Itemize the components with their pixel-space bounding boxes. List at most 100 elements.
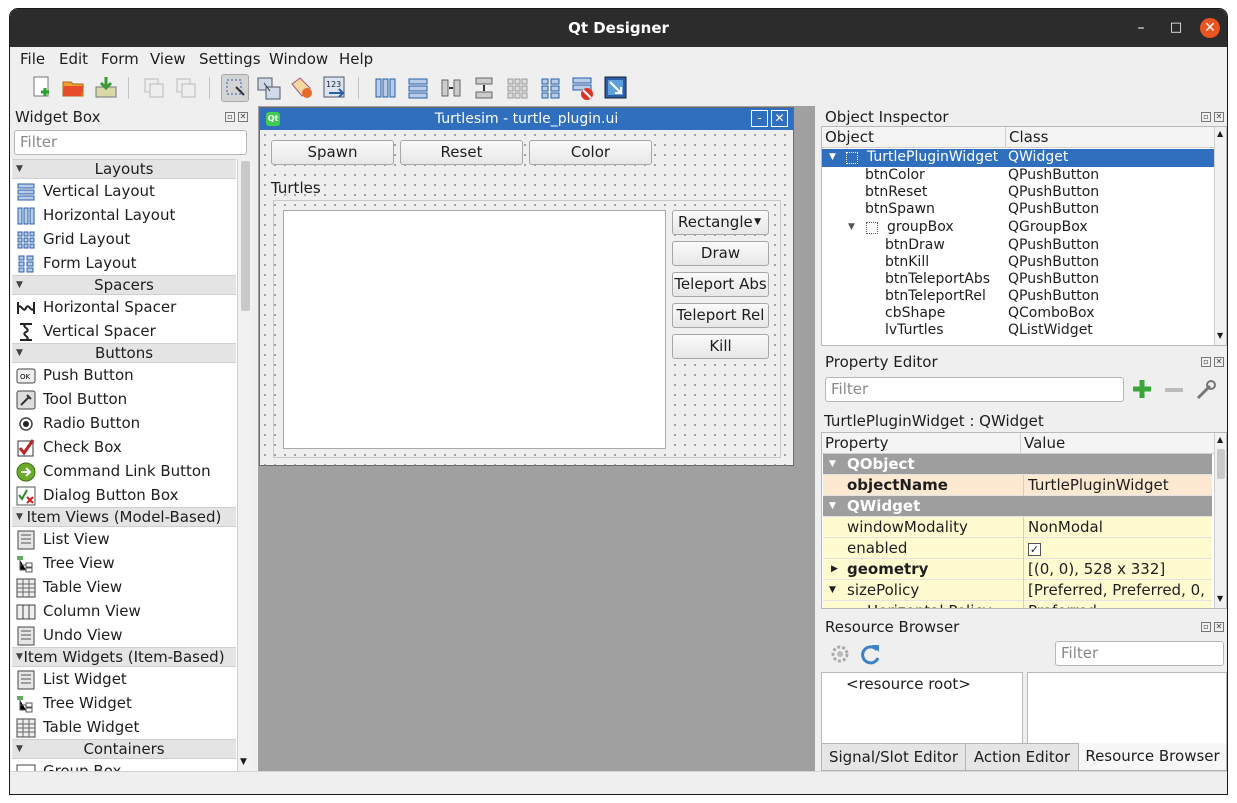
copy-icon[interactable] (172, 74, 200, 102)
tree-row[interactable]: btnReset QPushButton (822, 184, 1214, 201)
new-form-icon[interactable] (27, 74, 55, 102)
tree-row[interactable]: ▼ groupBox QGroupBox (822, 219, 1214, 236)
edit-widgets-icon[interactable] (221, 74, 249, 102)
col-value[interactable]: Value (1020, 433, 1065, 453)
tree-row[interactable]: cbShape QComboBox (822, 305, 1214, 322)
break-layout-icon[interactable] (569, 74, 597, 102)
tab-signal-slot-editor[interactable]: Signal/Slot Editor (821, 743, 966, 771)
draw-button[interactable]: Draw (672, 241, 769, 266)
turtles-list[interactable] (283, 210, 666, 449)
widget-undo-view[interactable]: Undo View (16, 623, 123, 647)
resource-tree[interactable]: <resource root> (821, 672, 1023, 744)
lay-out-vertical-splitter-icon[interactable] (470, 74, 498, 102)
cut-icon[interactable] (140, 74, 168, 102)
widget-box-scrollbar[interactable]: ▼ (237, 159, 252, 771)
prop-sizepolicy[interactable]: ▼sizePolicy[Preferred, Preferred, 0, 0] (823, 580, 1212, 608)
close-icon[interactable]: ✕ (1214, 622, 1224, 632)
widget-tree-widget[interactable]: Tree Widget (16, 691, 132, 715)
tree-row[interactable]: btnTeleportRel QPushButton (822, 288, 1214, 305)
widget-list-view[interactable]: List View (16, 527, 110, 551)
close-icon[interactable]: ✕ (1214, 357, 1224, 367)
teleport-rel-button[interactable]: Teleport Rel (672, 303, 769, 328)
color-button[interactable]: Color (529, 140, 652, 165)
resource-file-list[interactable] (1027, 672, 1227, 744)
close-icon[interactable]: ✕ (238, 112, 248, 122)
tree-row[interactable]: btnColor QPushButton (822, 167, 1214, 184)
shape-combobox[interactable]: Rectangle ▼ (672, 210, 769, 235)
save-form-icon[interactable] (92, 74, 120, 102)
resource-root[interactable]: <resource root> (846, 675, 971, 693)
tree-row[interactable]: btnDraw QPushButton (822, 237, 1214, 254)
property-scrollbar[interactable]: ▲ ▼ (1214, 433, 1226, 608)
lay-out-vertically-icon[interactable] (404, 74, 432, 102)
menu-file[interactable]: File (20, 50, 45, 68)
menu-view[interactable]: View (150, 50, 186, 68)
col-class[interactable]: Class (1005, 127, 1048, 147)
maximize-button[interactable]: □ (1166, 18, 1186, 38)
widget-box-filter[interactable]: Filter (14, 130, 247, 155)
edit-buddies-icon[interactable] (288, 74, 316, 102)
prop-horizontal-policy[interactable]: Horizontal PolicyPreferred (823, 601, 1212, 608)
object-inspector-scrollbar[interactable]: ▲ ▼ (1214, 127, 1226, 345)
widget-table-widget[interactable]: Table Widget (16, 715, 139, 739)
widget-vertical-spacer[interactable]: Vertical Spacer (16, 319, 156, 343)
col-property[interactable]: Property (825, 433, 888, 453)
float-icon[interactable]: ▫ (1201, 112, 1211, 122)
widget-push-button[interactable]: OK Push Button (16, 363, 134, 387)
widget-table-view[interactable]: Table View (16, 575, 122, 599)
tree-row-selected[interactable]: ▼ TurtlePluginWidget QWidget (822, 149, 1214, 167)
category-layouts[interactable]: ▼ Layouts (12, 159, 236, 179)
widget-command-link-button[interactable]: Command Link Button (16, 459, 211, 483)
edit-signals-slots-icon[interactable] (255, 74, 283, 102)
widget-horizontal-layout[interactable]: Horizontal Layout (16, 203, 175, 227)
kill-button[interactable]: Kill (672, 334, 769, 359)
tree-row[interactable]: btnKill QPushButton (822, 254, 1214, 271)
widget-horizontal-spacer[interactable]: Horizontal Spacer (16, 295, 176, 319)
tree-row[interactable]: btnSpawn QPushButton (822, 201, 1214, 218)
lay-out-form-icon[interactable] (536, 74, 564, 102)
property-filter[interactable]: Filter (825, 377, 1124, 402)
lay-out-horizontal-splitter-icon[interactable] (437, 74, 465, 102)
widget-group-box[interactable]: Group Box (16, 759, 121, 771)
widget-tool-button[interactable]: Tool Button (16, 387, 127, 411)
widget-list-widget[interactable]: List Widget (16, 667, 127, 691)
configure-icon[interactable] (1194, 378, 1218, 402)
close-button[interactable]: ✕ (1200, 18, 1220, 38)
category-item-views[interactable]: ▼ Item Views (Model-Based) (12, 507, 236, 527)
add-property-icon[interactable] (1130, 378, 1154, 402)
spawn-button[interactable]: Spawn (271, 140, 394, 165)
open-form-icon[interactable] (59, 74, 87, 102)
widget-check-box[interactable]: Check Box (16, 435, 122, 459)
tree-row[interactable]: lvTurtles QListWidget (822, 322, 1214, 339)
float-icon[interactable]: ▫ (1201, 622, 1211, 632)
tab-resource-browser[interactable]: Resource Browser (1078, 743, 1227, 771)
close-icon[interactable]: ✕ (1214, 112, 1224, 122)
prop-objectname[interactable]: objectName TurtlePluginWidget (823, 475, 1212, 496)
resource-filter[interactable]: Filter (1055, 641, 1224, 666)
menu-help[interactable]: Help (339, 50, 373, 68)
col-object[interactable]: Object (825, 127, 874, 147)
menu-window[interactable]: Window (269, 50, 328, 68)
edit-resources-icon[interactable] (829, 643, 851, 665)
float-icon[interactable]: ▫ (225, 112, 235, 122)
lay-out-grid-icon[interactable] (503, 74, 531, 102)
menu-form[interactable]: Form (101, 50, 139, 68)
group-qwidget[interactable]: ▼ QWidget (823, 496, 1212, 517)
group-qobject[interactable]: ▼ QObject (823, 454, 1212, 475)
enabled-checkbox[interactable]: ✓ (1028, 543, 1041, 556)
teleport-abs-button[interactable]: Teleport Abs (672, 272, 769, 297)
widget-dialog-button-box[interactable]: Dialog Button Box (16, 483, 178, 507)
tab-action-editor[interactable]: Action Editor (965, 743, 1079, 771)
float-icon[interactable]: ▫ (1201, 357, 1211, 367)
widget-tree-view[interactable]: Tree View (16, 551, 115, 575)
remove-property-icon[interactable] (1162, 378, 1186, 402)
widget-column-view[interactable]: Column View (16, 599, 141, 623)
minimize-button[interactable]: – (1131, 18, 1151, 38)
form-window[interactable]: Qt Turtlesim - turtle_plugin.ui - ✕ Spaw… (259, 107, 794, 466)
adjust-size-icon[interactable] (602, 74, 630, 102)
category-item-widgets[interactable]: ▼ Item Widgets (Item-Based) (12, 647, 236, 667)
reload-icon[interactable] (860, 643, 882, 665)
category-containers[interactable]: ▼ Containers (12, 739, 236, 759)
prop-geometry[interactable]: ▶ geometry [(0, 0), 528 x 332] (823, 559, 1212, 580)
widget-radio-button[interactable]: Radio Button (16, 411, 140, 435)
